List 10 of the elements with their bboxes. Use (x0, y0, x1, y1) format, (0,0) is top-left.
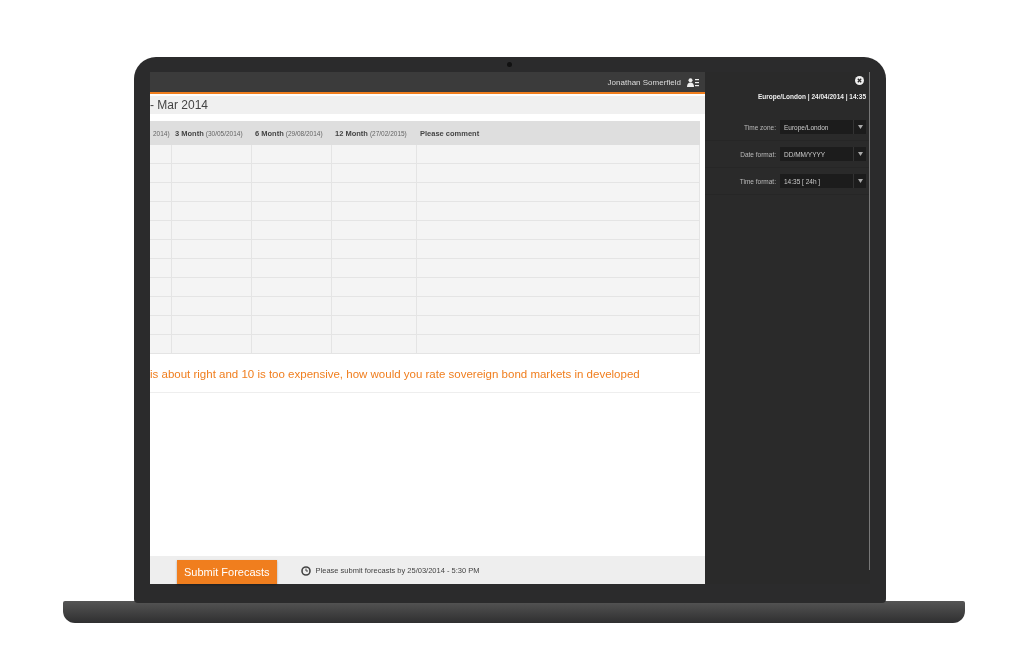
page-title: - Mar 2014 (150, 98, 209, 112)
question-text: is about right and 10 is too expensive, how would you rate sovereign bond markets in developed (150, 354, 700, 393)
camera-dot (507, 62, 512, 67)
caret-icon (857, 179, 863, 183)
caret-icon (857, 152, 863, 156)
clock-icon (300, 566, 311, 576)
close-icon[interactable] (855, 76, 864, 85)
user-name: Jonathan Somerfield (607, 77, 681, 87)
caret-icon (857, 125, 863, 129)
user-list-icon[interactable] (687, 77, 699, 87)
